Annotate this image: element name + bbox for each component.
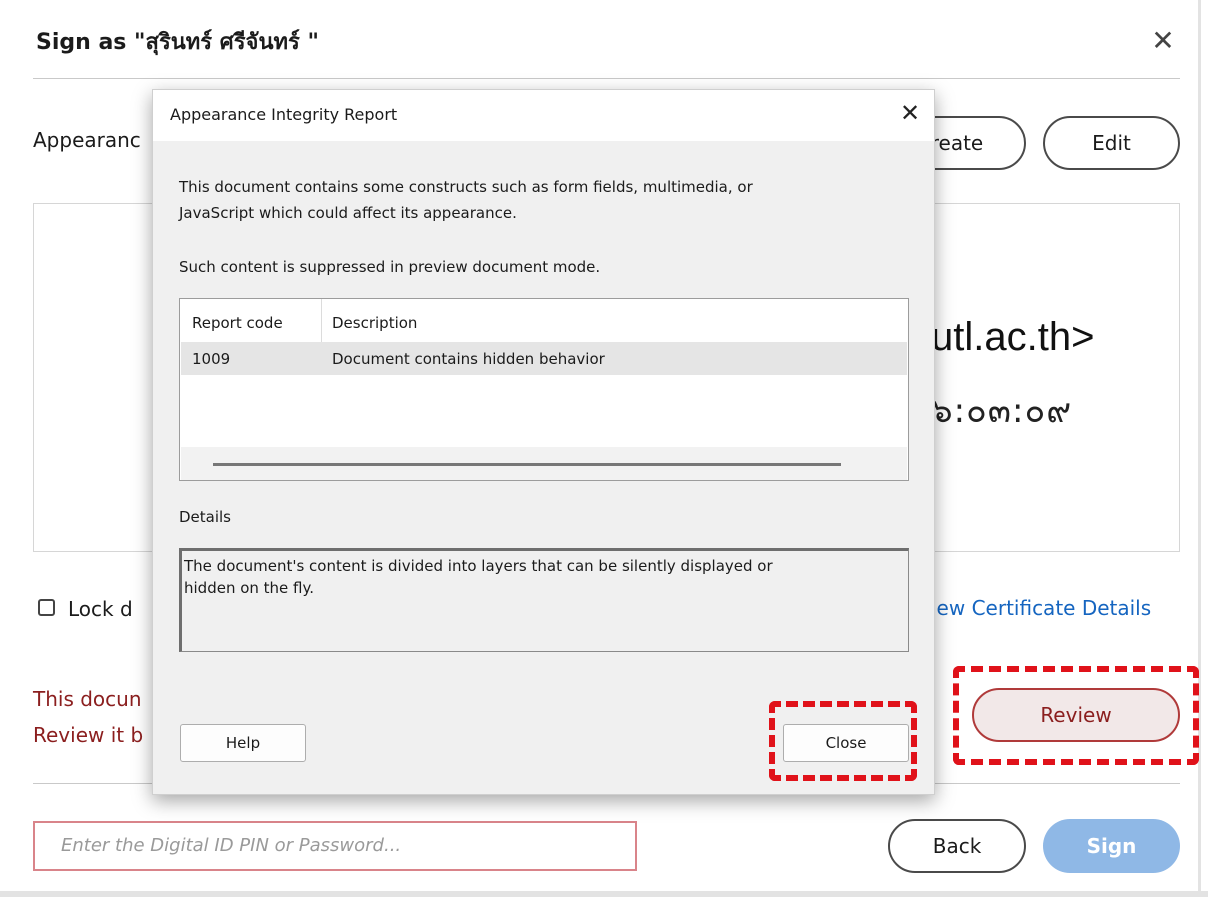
appearance-label: Appearanc [33, 128, 141, 152]
row-report-code: 1009 [192, 350, 231, 368]
edit-button[interactable]: Edit [1043, 116, 1180, 170]
report-table: Report code Description 1009 Document co… [179, 298, 909, 481]
details-line1: The document's content is divided into l… [184, 557, 773, 575]
column-header-report-code[interactable]: Report code [192, 314, 283, 332]
report-intro-line1: This document contains some constructs s… [179, 178, 753, 196]
preview-email-text: utl.ac.th> [931, 315, 1095, 359]
details-textbox[interactable]: The document's content is divided into l… [179, 548, 909, 652]
details-line2: hidden on the fly. [184, 579, 315, 597]
report-title: Appearance Integrity Report [170, 105, 398, 124]
help-button[interactable]: Help [180, 724, 306, 762]
close-highlight-box [769, 701, 917, 781]
help-button-label: Help [225, 734, 261, 752]
back-button-label: Back [932, 834, 982, 858]
lock-document-label: Lock d [68, 597, 133, 621]
warning-text-line2: Review it b [33, 723, 144, 747]
dialog-title: Sign as "สุรินทร์ ศรีจันทร์ " [36, 30, 319, 55]
warning-text-line1: This docun [33, 687, 142, 711]
preview-date-text: ๖:๐๓:๐๙ [931, 391, 1073, 431]
pin-password-input[interactable]: Enter the Digital ID PIN or Password... [33, 821, 637, 871]
column-header-description[interactable]: Description [332, 314, 417, 332]
sign-button[interactable]: Sign [1043, 819, 1180, 873]
window-edge-bottom [0, 891, 1208, 897]
view-certificate-details-link[interactable]: iew Certificate Details [931, 596, 1151, 620]
scrollbar-thumb[interactable] [213, 463, 841, 466]
back-button[interactable]: Back [888, 819, 1026, 873]
row-description: Document contains hidden behavior [332, 350, 605, 368]
review-button[interactable]: Review [972, 688, 1180, 742]
edit-button-label: Edit [1092, 131, 1131, 155]
title-divider [33, 78, 1180, 79]
integrity-report-dialog: Appearance Integrity Report ✕ This docum… [152, 89, 935, 795]
sign-button-label: Sign [1086, 834, 1137, 858]
review-button-label: Review [1040, 703, 1112, 727]
report-intro-line2: JavaScript which could affect its appear… [179, 204, 517, 222]
column-separator [321, 299, 322, 342]
dialog-close-icon[interactable]: ✕ [1148, 26, 1178, 56]
window-edge-right [1198, 0, 1201, 897]
lock-document-checkbox[interactable] [38, 599, 55, 616]
report-close-icon[interactable]: ✕ [895, 98, 925, 128]
report-suppressed-text: Such content is suppressed in preview do… [179, 258, 601, 276]
create-button-label: reate [930, 131, 984, 155]
details-label: Details [179, 508, 232, 526]
